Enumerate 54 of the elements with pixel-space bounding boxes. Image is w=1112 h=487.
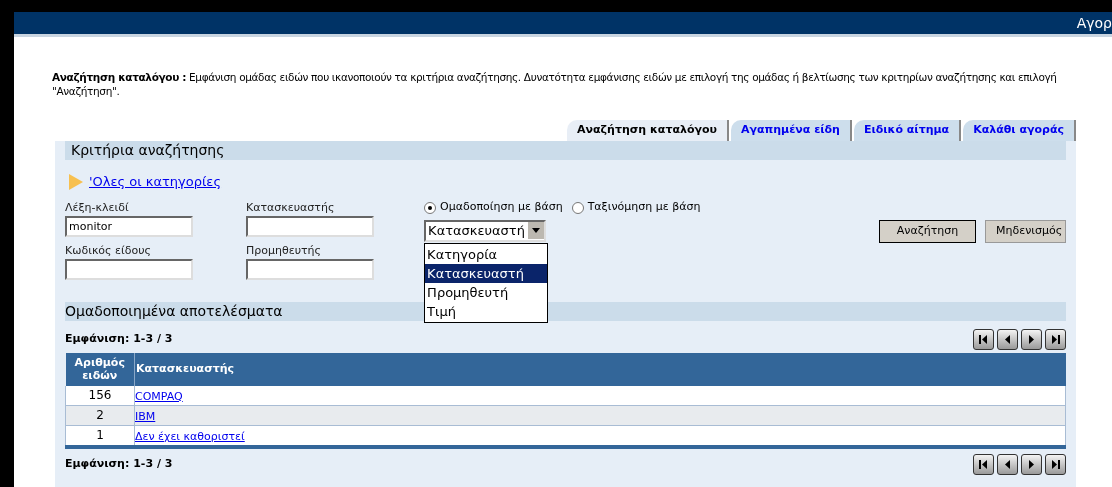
- next-page-button[interactable]: [1021, 328, 1042, 350]
- header-title: Αγορ: [1076, 13, 1112, 33]
- manufacturer-link[interactable]: Δεν έχει καθοριστεί: [135, 429, 245, 443]
- reset-button[interactable]: Μηδενισμός: [985, 219, 1066, 243]
- section-title: Ομαδοποιημένα αποτελέσματα: [65, 301, 283, 321]
- input-field[interactable]: [246, 258, 374, 280]
- previous-page-button[interactable]: [997, 453, 1018, 475]
- field-label: Λέξη-κλειδί: [65, 199, 130, 215]
- triangle-left-icon: [1002, 458, 1013, 470]
- skip-forward-icon: [1050, 333, 1061, 345]
- section-title: Κριτήρια αναζήτησης: [71, 141, 225, 160]
- first-page-button[interactable]: [973, 328, 994, 350]
- manufacturer-link[interactable]: IBM: [135, 409, 156, 423]
- dropdown-option[interactable]: Κατηγορία: [425, 244, 548, 264]
- skip-forward-icon: [1050, 458, 1061, 470]
- dropdown-option[interactable]: Κατασκευαστή: [425, 263, 548, 283]
- tab[interactable]: Αγαπημένα είδη: [730, 120, 852, 141]
- input-field[interactable]: [65, 258, 193, 280]
- field-label: Κατασκευαστής: [246, 199, 336, 215]
- skip-back-icon: [978, 458, 989, 470]
- column-header: Αριθμός ειδών: [65, 352, 135, 386]
- table-cell: 1: [65, 425, 135, 447]
- input-field[interactable]: monitor: [65, 215, 193, 237]
- triangle-left-icon: [1002, 333, 1013, 345]
- last-page-button[interactable]: [1045, 453, 1066, 475]
- radio-label: Ομαδοποίηση με βάση: [440, 199, 563, 216]
- last-page-button[interactable]: [1045, 328, 1066, 350]
- table-cell: 2: [65, 405, 135, 425]
- result-range: Εμφάνιση: 1-3 / 3: [65, 330, 173, 347]
- dropdown-option[interactable]: Προμηθευτή: [425, 282, 548, 302]
- table-cell: 156: [65, 385, 135, 405]
- all-categories-link[interactable]: 'Ολες οι κατηγορίες: [89, 172, 222, 192]
- tab[interactable]: Καλάθι αγοράς: [963, 120, 1076, 141]
- triangle-icon: [69, 173, 83, 190]
- field-label: Κωδικός είδους: [65, 242, 152, 258]
- previous-page-button[interactable]: [997, 328, 1018, 350]
- dropdown-option[interactable]: Τιμή: [425, 301, 548, 321]
- radio-button[interactable]: [424, 201, 437, 214]
- input-field[interactable]: [246, 215, 374, 237]
- field-label: Προμηθευτής: [246, 242, 323, 258]
- next-page-button[interactable]: [1021, 453, 1042, 475]
- first-page-button[interactable]: [973, 453, 994, 475]
- group-by-dropdown[interactable]: Κατασκευαστή: [424, 219, 547, 242]
- search-button[interactable]: Αναζήτηση: [879, 219, 976, 243]
- triangle-right-icon: [1026, 333, 1037, 345]
- tab[interactable]: Αναζήτηση καταλόγου: [567, 120, 729, 141]
- result-range: Εμφάνιση: 1-3 / 3: [65, 455, 173, 472]
- triangle-right-icon: [1026, 458, 1037, 470]
- radio-button[interactable]: [571, 201, 584, 214]
- manufacturer-link[interactable]: COMPAQ: [135, 389, 183, 403]
- tab[interactable]: Ειδικό αίτημα: [853, 120, 962, 141]
- radio-label: Ταξινόμηση με βάση: [587, 199, 701, 216]
- intro-text: Αναζήτηση καταλόγου : Εμφάνιση ομάδας ειδών που ικανοποιούν τα κριτήρια αναζήτησης. Δυνατότητα εμφάνισης ειδών με επιλογή της ομάδας ή βελτίωσης των κριτηρίων αναζήτησης και επιλογή "Αναζήτηση".: [52, 70, 1058, 98]
- skip-back-icon: [978, 333, 989, 345]
